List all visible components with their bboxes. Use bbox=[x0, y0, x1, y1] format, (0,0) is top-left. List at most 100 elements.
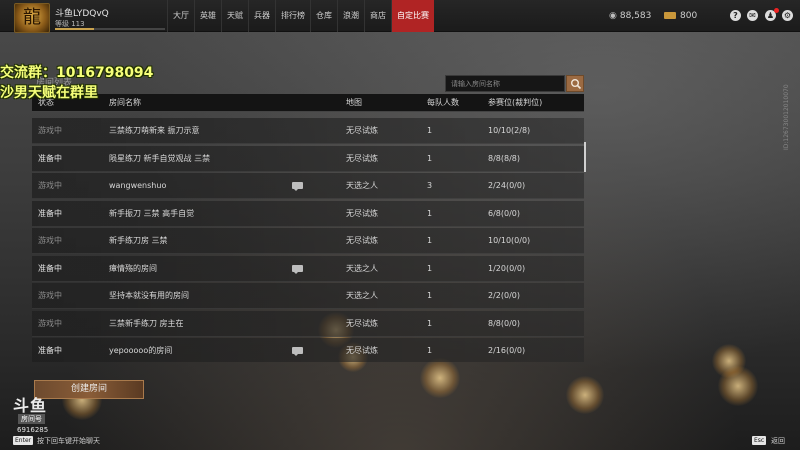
room-seats: 2/2(0/0) bbox=[488, 291, 520, 300]
nav-shop[interactable]: 商店 bbox=[364, 0, 391, 32]
player-avatar[interactable]: 龍 bbox=[14, 3, 50, 33]
table-scrollbar[interactable] bbox=[584, 142, 586, 172]
nav-custom-match[interactable]: 自定比赛 bbox=[391, 0, 434, 32]
room-seats: 8/8(8/8) bbox=[488, 153, 520, 163]
notification-dot bbox=[774, 8, 779, 13]
room-seats: 8/8(0/0) bbox=[488, 318, 520, 328]
col-map[interactable]: 地图 bbox=[346, 94, 362, 112]
room-map: 无尽试炼 bbox=[346, 126, 378, 135]
room-status: 准备中 bbox=[38, 153, 62, 163]
lantern-light bbox=[718, 366, 758, 406]
room-search-input[interactable] bbox=[445, 75, 565, 92]
create-room-button[interactable]: 创建房间 bbox=[34, 380, 144, 399]
room-name: 新手振刀 三禁 高手自觉 bbox=[109, 208, 195, 218]
mail-icon[interactable]: ✉ bbox=[747, 10, 758, 21]
search-icon bbox=[571, 79, 582, 90]
chat-bubble-icon bbox=[292, 347, 303, 356]
room-team-size: 3 bbox=[427, 181, 433, 190]
help-icon[interactable]: ? bbox=[730, 10, 741, 21]
room-row[interactable]: 游戏中 新手练刀房 三禁 无尽试炼 1 10/10(0/0) bbox=[32, 228, 584, 254]
room-seats: 10/10(0/0) bbox=[488, 236, 531, 245]
room-row[interactable]: 准备中 陨星练刀 新手自觉观战 三禁 无尽试炼 1 8/8(8/8) bbox=[32, 145, 584, 172]
room-number-label: 房间号 bbox=[18, 414, 45, 424]
room-team-size: 1 bbox=[427, 291, 433, 300]
room-row[interactable]: 游戏中 三禁练刀萌新来 振刀示意 无尽试炼 1 10/10(2/8) bbox=[32, 118, 584, 144]
room-name: 新手练刀房 三禁 bbox=[109, 236, 168, 245]
room-name: 陨星练刀 新手自觉观战 三禁 bbox=[109, 153, 211, 163]
room-map: 无尽试炼 bbox=[346, 346, 378, 355]
room-map: 无尽试炼 bbox=[346, 236, 378, 245]
room-row[interactable]: 准备中 yepooooo的房间 无尽试炼 1 2/16(0/0) bbox=[32, 338, 584, 362]
silver-currency: ◉ 88,583 bbox=[609, 0, 651, 32]
room-seats: 2/24(0/0) bbox=[488, 181, 526, 190]
nav-heroes[interactable]: 英雄 bbox=[194, 0, 221, 32]
room-name: wangwenshuo bbox=[109, 181, 167, 190]
room-seats: 1/20(0/0) bbox=[488, 263, 526, 273]
gold-bar-icon bbox=[664, 12, 676, 19]
stream-overlay-talent-text: 沙男天赋在群里 bbox=[0, 85, 98, 101]
enter-key-icon: Enter bbox=[13, 436, 34, 445]
room-status: 游戏中 bbox=[38, 291, 62, 300]
stream-overlay-group-text: 交流群：1016798094 bbox=[0, 65, 154, 81]
room-team-size: 1 bbox=[427, 236, 433, 245]
room-seats: 2/16(0/0) bbox=[488, 346, 526, 355]
room-name: yepooooo的房间 bbox=[109, 346, 173, 355]
lantern-light bbox=[420, 358, 460, 398]
room-table-body: 游戏中 三禁练刀萌新来 振刀示意 无尽试炼 1 10/10(2/8) 准备中 陨星练刀 新手… bbox=[32, 118, 584, 362]
nav-talents[interactable]: 天赋 bbox=[221, 0, 248, 32]
room-row[interactable]: 准备中 瘴情殇的房间 天选之人 1 1/20(0/0) bbox=[32, 255, 584, 282]
room-map: 无尽试炼 bbox=[346, 153, 378, 163]
room-row[interactable]: 游戏中 三禁新手练刀 房主在 无尽试炼 1 8/8(0/0) bbox=[32, 310, 584, 337]
top-bar: 龍 斗鱼LYDQvQ 等级 113 大厅 英雄 天赋 兵器 排行榜 仓库 浪潮 … bbox=[0, 0, 800, 33]
room-team-size: 1 bbox=[427, 153, 433, 163]
coin-icon: ◉ bbox=[609, 11, 617, 21]
nav-warehouse[interactable]: 仓库 bbox=[310, 0, 337, 32]
room-map: 天选之人 bbox=[346, 291, 378, 300]
room-team-size: 1 bbox=[427, 263, 433, 273]
col-seats[interactable]: 参赛位(裁判位) bbox=[488, 94, 542, 112]
nav-weapons[interactable]: 兵器 bbox=[248, 0, 275, 32]
room-team-size: 1 bbox=[427, 346, 433, 355]
chat-hint: 按下回车键开始聊天 bbox=[37, 437, 100, 445]
level-progress-bar bbox=[55, 28, 165, 30]
side-id-text: ID:126730012010070 bbox=[783, 84, 790, 150]
back-label[interactable]: 返回 bbox=[771, 436, 785, 446]
gold-currency: 800 bbox=[664, 0, 697, 32]
room-name: 坚持本就没有用的房间 bbox=[109, 291, 189, 300]
room-map: 天选之人 bbox=[346, 263, 378, 273]
room-number: 6916285 bbox=[17, 426, 49, 434]
settings-gear-icon[interactable]: ⚙ bbox=[782, 10, 793, 21]
level-progress-fill bbox=[55, 28, 94, 30]
room-name: 瘴情殇的房间 bbox=[109, 263, 157, 273]
chat-bubble-icon bbox=[292, 264, 303, 274]
room-status: 游戏中 bbox=[38, 181, 62, 190]
room-row[interactable]: 游戏中 坚持本就没有用的房间 天选之人 1 2/2(0/0) bbox=[32, 283, 584, 309]
room-map: 天选之人 bbox=[346, 181, 378, 190]
gold-amount: 800 bbox=[680, 11, 698, 21]
room-status: 游戏中 bbox=[38, 126, 62, 135]
room-map: 无尽试炼 bbox=[346, 208, 378, 218]
main-nav: 大厅 英雄 天赋 兵器 排行榜 仓库 浪潮 商店 自定比赛 bbox=[167, 0, 434, 32]
room-team-size: 1 bbox=[427, 208, 433, 218]
search-button[interactable] bbox=[566, 75, 584, 92]
room-seats: 6/8(0/0) bbox=[488, 208, 520, 218]
room-map: 无尽试炼 bbox=[346, 318, 378, 328]
room-status: 游戏中 bbox=[38, 236, 62, 245]
room-row[interactable]: 游戏中 wangwenshuo 天选之人 3 2/24(0/0) bbox=[32, 173, 584, 199]
nav-leaderboard[interactable]: 排行榜 bbox=[275, 0, 310, 32]
room-status: 准备中 bbox=[38, 346, 62, 355]
col-team-size[interactable]: 每队人数 bbox=[427, 94, 459, 112]
nav-lobby[interactable]: 大厅 bbox=[167, 0, 194, 32]
room-status: 准备中 bbox=[38, 263, 62, 273]
room-name: 三禁练刀萌新来 振刀示意 bbox=[109, 126, 200, 135]
room-status: 游戏中 bbox=[38, 318, 62, 328]
esc-key-icon[interactable]: Esc bbox=[752, 436, 767, 445]
player-name: 斗鱼LYDQvQ bbox=[55, 9, 109, 19]
chat-bubble-icon bbox=[292, 182, 303, 191]
room-seats: 10/10(2/8) bbox=[488, 126, 531, 135]
friends-icon[interactable]: ♟ bbox=[765, 8, 779, 21]
room-row[interactable]: 准备中 新手振刀 三禁 高手自觉 无尽试炼 1 6/8(0/0) bbox=[32, 200, 584, 227]
col-room-name[interactable]: 房间名称 bbox=[109, 94, 141, 112]
room-name: 三禁新手练刀 房主在 bbox=[109, 318, 184, 328]
nav-tides[interactable]: 浪潮 bbox=[337, 0, 364, 32]
